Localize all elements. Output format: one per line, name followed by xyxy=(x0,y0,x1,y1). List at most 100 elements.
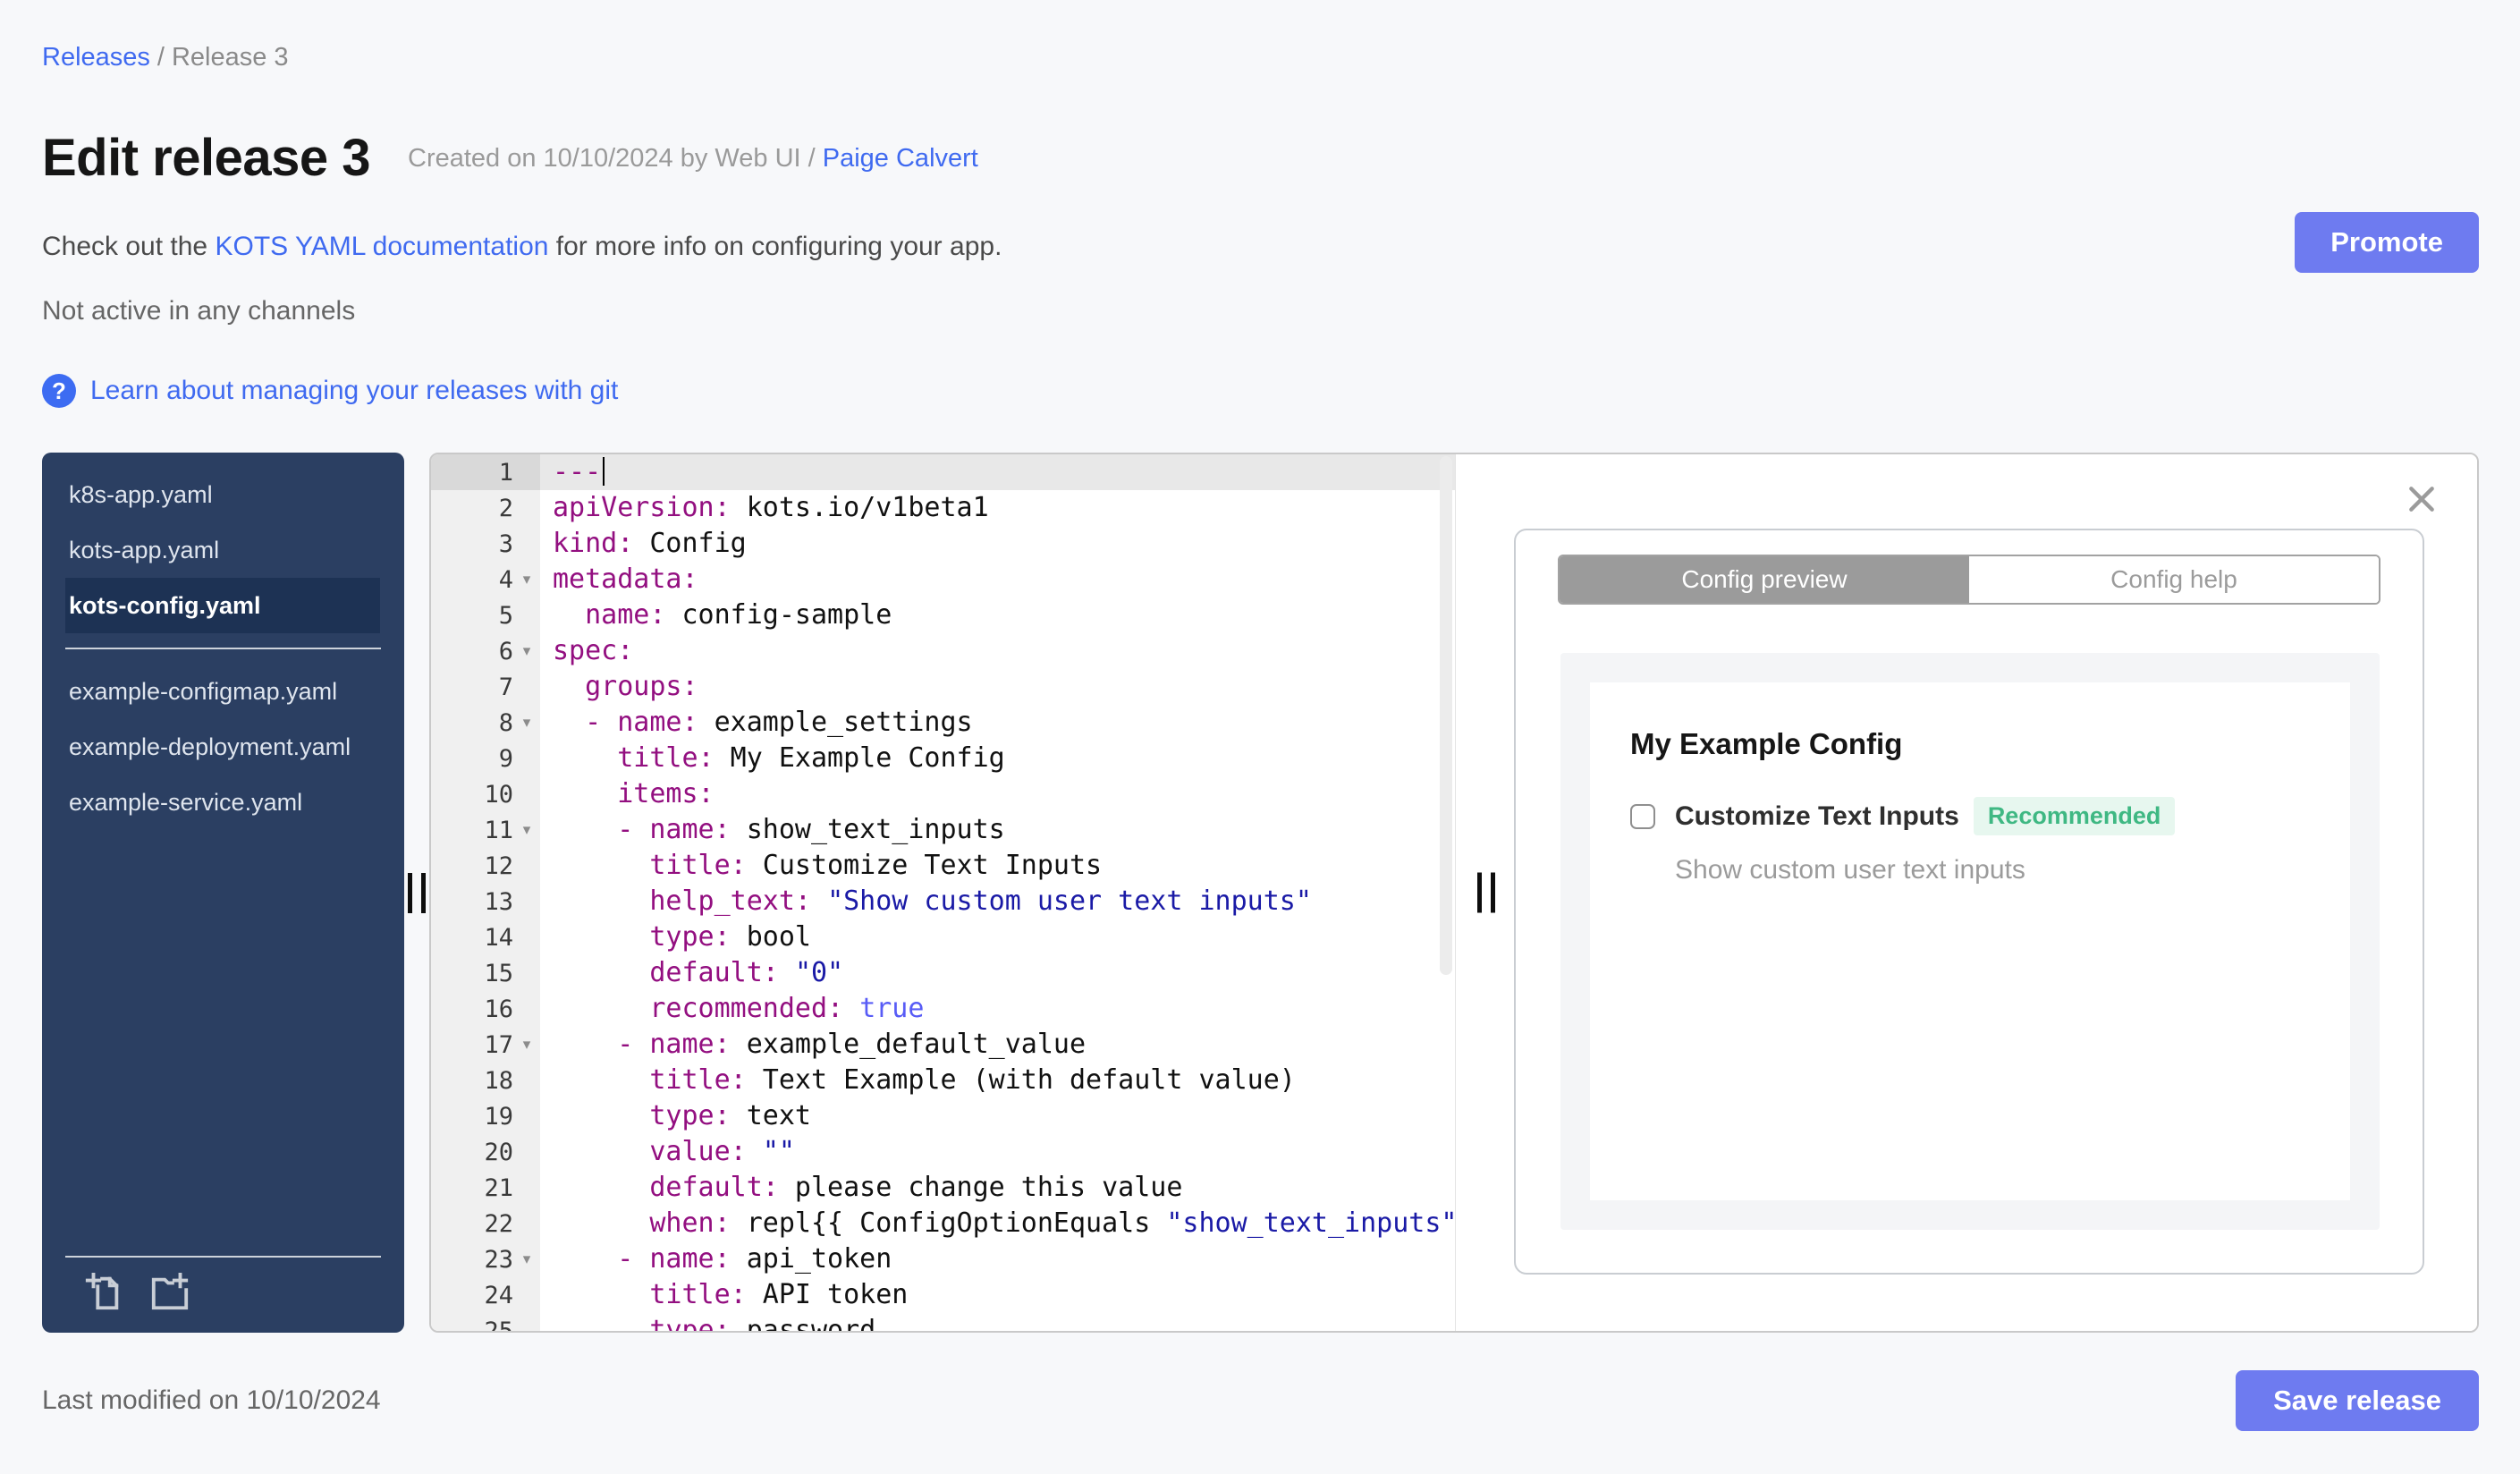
kots-docs-link[interactable]: KOTS YAML documentation xyxy=(215,232,548,261)
code-line-17[interactable]: 17 ▾ - name: example_default_value xyxy=(431,1027,1455,1063)
gutter-line-11[interactable]: 11 ▾ xyxy=(431,812,540,848)
code-line-21[interactable]: 21 default: please change this value xyxy=(431,1170,1455,1206)
code-content-19[interactable]: type: text xyxy=(540,1098,1455,1134)
file-item-kots-app-yaml[interactable]: kots-app.yaml xyxy=(65,522,380,578)
gutter-line-14[interactable]: 14 xyxy=(431,919,540,955)
file-item-example-configmap-yaml[interactable]: example-configmap.yaml xyxy=(65,664,380,719)
code-line-24[interactable]: 24 title: API token xyxy=(431,1277,1455,1313)
code-content-20[interactable]: value: "" xyxy=(540,1134,1455,1170)
file-item-example-deployment-yaml[interactable]: example-deployment.yaml xyxy=(65,719,380,775)
code-content-10[interactable]: items: xyxy=(540,776,1455,812)
code-content-25[interactable]: type: password xyxy=(540,1313,1455,1331)
gutter-line-7[interactable]: 7 xyxy=(431,669,540,705)
gutter-line-23[interactable]: 23 ▾ xyxy=(431,1241,540,1277)
gutter-line-9[interactable]: 9 xyxy=(431,741,540,776)
code-content-22[interactable]: when: repl{{ ConfigOptionEquals "show_te… xyxy=(540,1206,1455,1241)
code-line-5[interactable]: 5 name: config-sample xyxy=(431,597,1455,633)
code-line-1[interactable]: 1 --- xyxy=(431,454,1455,490)
code-content-9[interactable]: title: My Example Config xyxy=(540,741,1455,776)
code-content-21[interactable]: default: please change this value xyxy=(540,1170,1455,1206)
sidebar-resize-handle[interactable] xyxy=(408,872,426,913)
fold-arrow-icon[interactable]: ▾ xyxy=(513,1036,540,1054)
git-releases-link[interactable]: Learn about managing your releases with … xyxy=(90,368,618,413)
code-line-13[interactable]: 13 help_text: "Show custom user text inp… xyxy=(431,884,1455,919)
code-line-15[interactable]: 15 default: "0" xyxy=(431,955,1455,991)
code-line-22[interactable]: 22 when: repl{{ ConfigOptionEquals "show… xyxy=(431,1206,1455,1241)
file-item-example-service-yaml[interactable]: example-service.yaml xyxy=(65,775,380,830)
fold-arrow-icon[interactable]: ▾ xyxy=(513,714,540,732)
code-content-18[interactable]: title: Text Example (with default value) xyxy=(540,1063,1455,1098)
add-file-icon[interactable] xyxy=(83,1272,124,1313)
code-line-16[interactable]: 16 recommended: true xyxy=(431,991,1455,1027)
fold-arrow-icon[interactable]: ▾ xyxy=(513,642,540,660)
gutter-line-22[interactable]: 22 xyxy=(431,1206,540,1241)
gutter-line-20[interactable]: 20 xyxy=(431,1134,540,1170)
code-line-25[interactable]: 25 type: password xyxy=(431,1313,1455,1331)
promote-button[interactable]: Promote xyxy=(2295,212,2479,273)
gutter-line-25[interactable]: 25 xyxy=(431,1313,540,1331)
code-line-18[interactable]: 18 title: Text Example (with default val… xyxy=(431,1063,1455,1098)
customize-text-inputs-checkbox[interactable] xyxy=(1630,803,1655,829)
code-line-6[interactable]: 6 ▾ spec: xyxy=(431,633,1455,669)
tab-config-help[interactable]: Config help xyxy=(1969,556,2379,603)
code-line-14[interactable]: 14 type: bool xyxy=(431,919,1455,955)
code-line-23[interactable]: 23 ▾ - name: api_token xyxy=(431,1241,1455,1277)
gutter-line-16[interactable]: 16 xyxy=(431,991,540,1027)
code-content-15[interactable]: default: "0" xyxy=(540,955,1455,991)
code-content-12[interactable]: title: Customize Text Inputs xyxy=(540,848,1455,884)
code-content-23[interactable]: - name: api_token xyxy=(540,1241,1455,1277)
gutter-line-21[interactable]: 21 xyxy=(431,1170,540,1206)
gutter-line-17[interactable]: 17 ▾ xyxy=(431,1027,540,1063)
code-line-4[interactable]: 4 ▾ metadata: xyxy=(431,562,1455,597)
gutter-line-4[interactable]: 4 ▾ xyxy=(431,562,540,597)
code-content-4[interactable]: metadata: xyxy=(540,562,1455,597)
gutter-line-5[interactable]: 5 xyxy=(431,597,540,633)
created-author-link[interactable]: Paige Calvert xyxy=(823,144,978,173)
code-content-2[interactable]: apiVersion: kots.io/v1beta1 xyxy=(540,490,1455,526)
code-content-6[interactable]: spec: xyxy=(540,633,1455,669)
gutter-line-19[interactable]: 19 xyxy=(431,1098,540,1134)
code-content-13[interactable]: help_text: "Show custom user text inputs… xyxy=(540,884,1455,919)
yaml-editor[interactable]: 1 --- 2 apiVersion: kots.io/v1beta1 3 kind: C… xyxy=(431,454,1455,1331)
gutter-line-3[interactable]: 3 xyxy=(431,526,540,562)
code-line-9[interactable]: 9 title: My Example Config xyxy=(431,741,1455,776)
fold-arrow-icon[interactable]: ▾ xyxy=(513,571,540,589)
code-line-8[interactable]: 8 ▾ - name: example_settings xyxy=(431,705,1455,741)
tab-config-preview[interactable]: Config preview xyxy=(1560,556,1969,603)
code-content-11[interactable]: - name: show_text_inputs xyxy=(540,812,1455,848)
preview-resize-handle[interactable] xyxy=(1477,872,1495,913)
close-icon[interactable] xyxy=(2404,481,2440,517)
code-content-7[interactable]: groups: xyxy=(540,669,1455,705)
add-folder-icon[interactable] xyxy=(149,1272,190,1313)
code-line-2[interactable]: 2 apiVersion: kots.io/v1beta1 xyxy=(431,490,1455,526)
fold-arrow-icon[interactable]: ▾ xyxy=(513,821,540,839)
gutter-line-13[interactable]: 13 xyxy=(431,884,540,919)
editor-scrollbar[interactable] xyxy=(1440,456,1452,975)
code-content-24[interactable]: title: API token xyxy=(540,1277,1455,1313)
code-content-1[interactable]: --- xyxy=(540,454,1455,490)
file-item-k8s-app-yaml[interactable]: k8s-app.yaml xyxy=(65,467,380,522)
gutter-line-1[interactable]: 1 xyxy=(431,454,540,490)
breadcrumb-releases-link[interactable]: Releases xyxy=(42,43,150,72)
code-line-3[interactable]: 3 kind: Config xyxy=(431,526,1455,562)
code-content-5[interactable]: name: config-sample xyxy=(540,597,1455,633)
code-content-17[interactable]: - name: example_default_value xyxy=(540,1027,1455,1063)
gutter-line-8[interactable]: 8 ▾ xyxy=(431,705,540,741)
code-content-8[interactable]: - name: example_settings xyxy=(540,705,1455,741)
gutter-line-12[interactable]: 12 xyxy=(431,848,540,884)
save-release-button[interactable]: Save release xyxy=(2236,1370,2479,1431)
code-line-7[interactable]: 7 groups: xyxy=(431,669,1455,705)
gutter-line-10[interactable]: 10 xyxy=(431,776,540,812)
code-line-20[interactable]: 20 value: "" xyxy=(431,1134,1455,1170)
gutter-line-15[interactable]: 15 xyxy=(431,955,540,991)
code-line-10[interactable]: 10 items: xyxy=(431,776,1455,812)
gutter-line-24[interactable]: 24 xyxy=(431,1277,540,1313)
code-line-19[interactable]: 19 type: text xyxy=(431,1098,1455,1134)
gutter-line-6[interactable]: 6 ▾ xyxy=(431,633,540,669)
file-item-kots-config-yaml[interactable]: kots-config.yaml xyxy=(65,578,380,633)
code-content-3[interactable]: kind: Config xyxy=(540,526,1455,562)
code-line-12[interactable]: 12 title: Customize Text Inputs xyxy=(431,848,1455,884)
gutter-line-18[interactable]: 18 xyxy=(431,1063,540,1098)
code-content-14[interactable]: type: bool xyxy=(540,919,1455,955)
gutter-line-2[interactable]: 2 xyxy=(431,490,540,526)
